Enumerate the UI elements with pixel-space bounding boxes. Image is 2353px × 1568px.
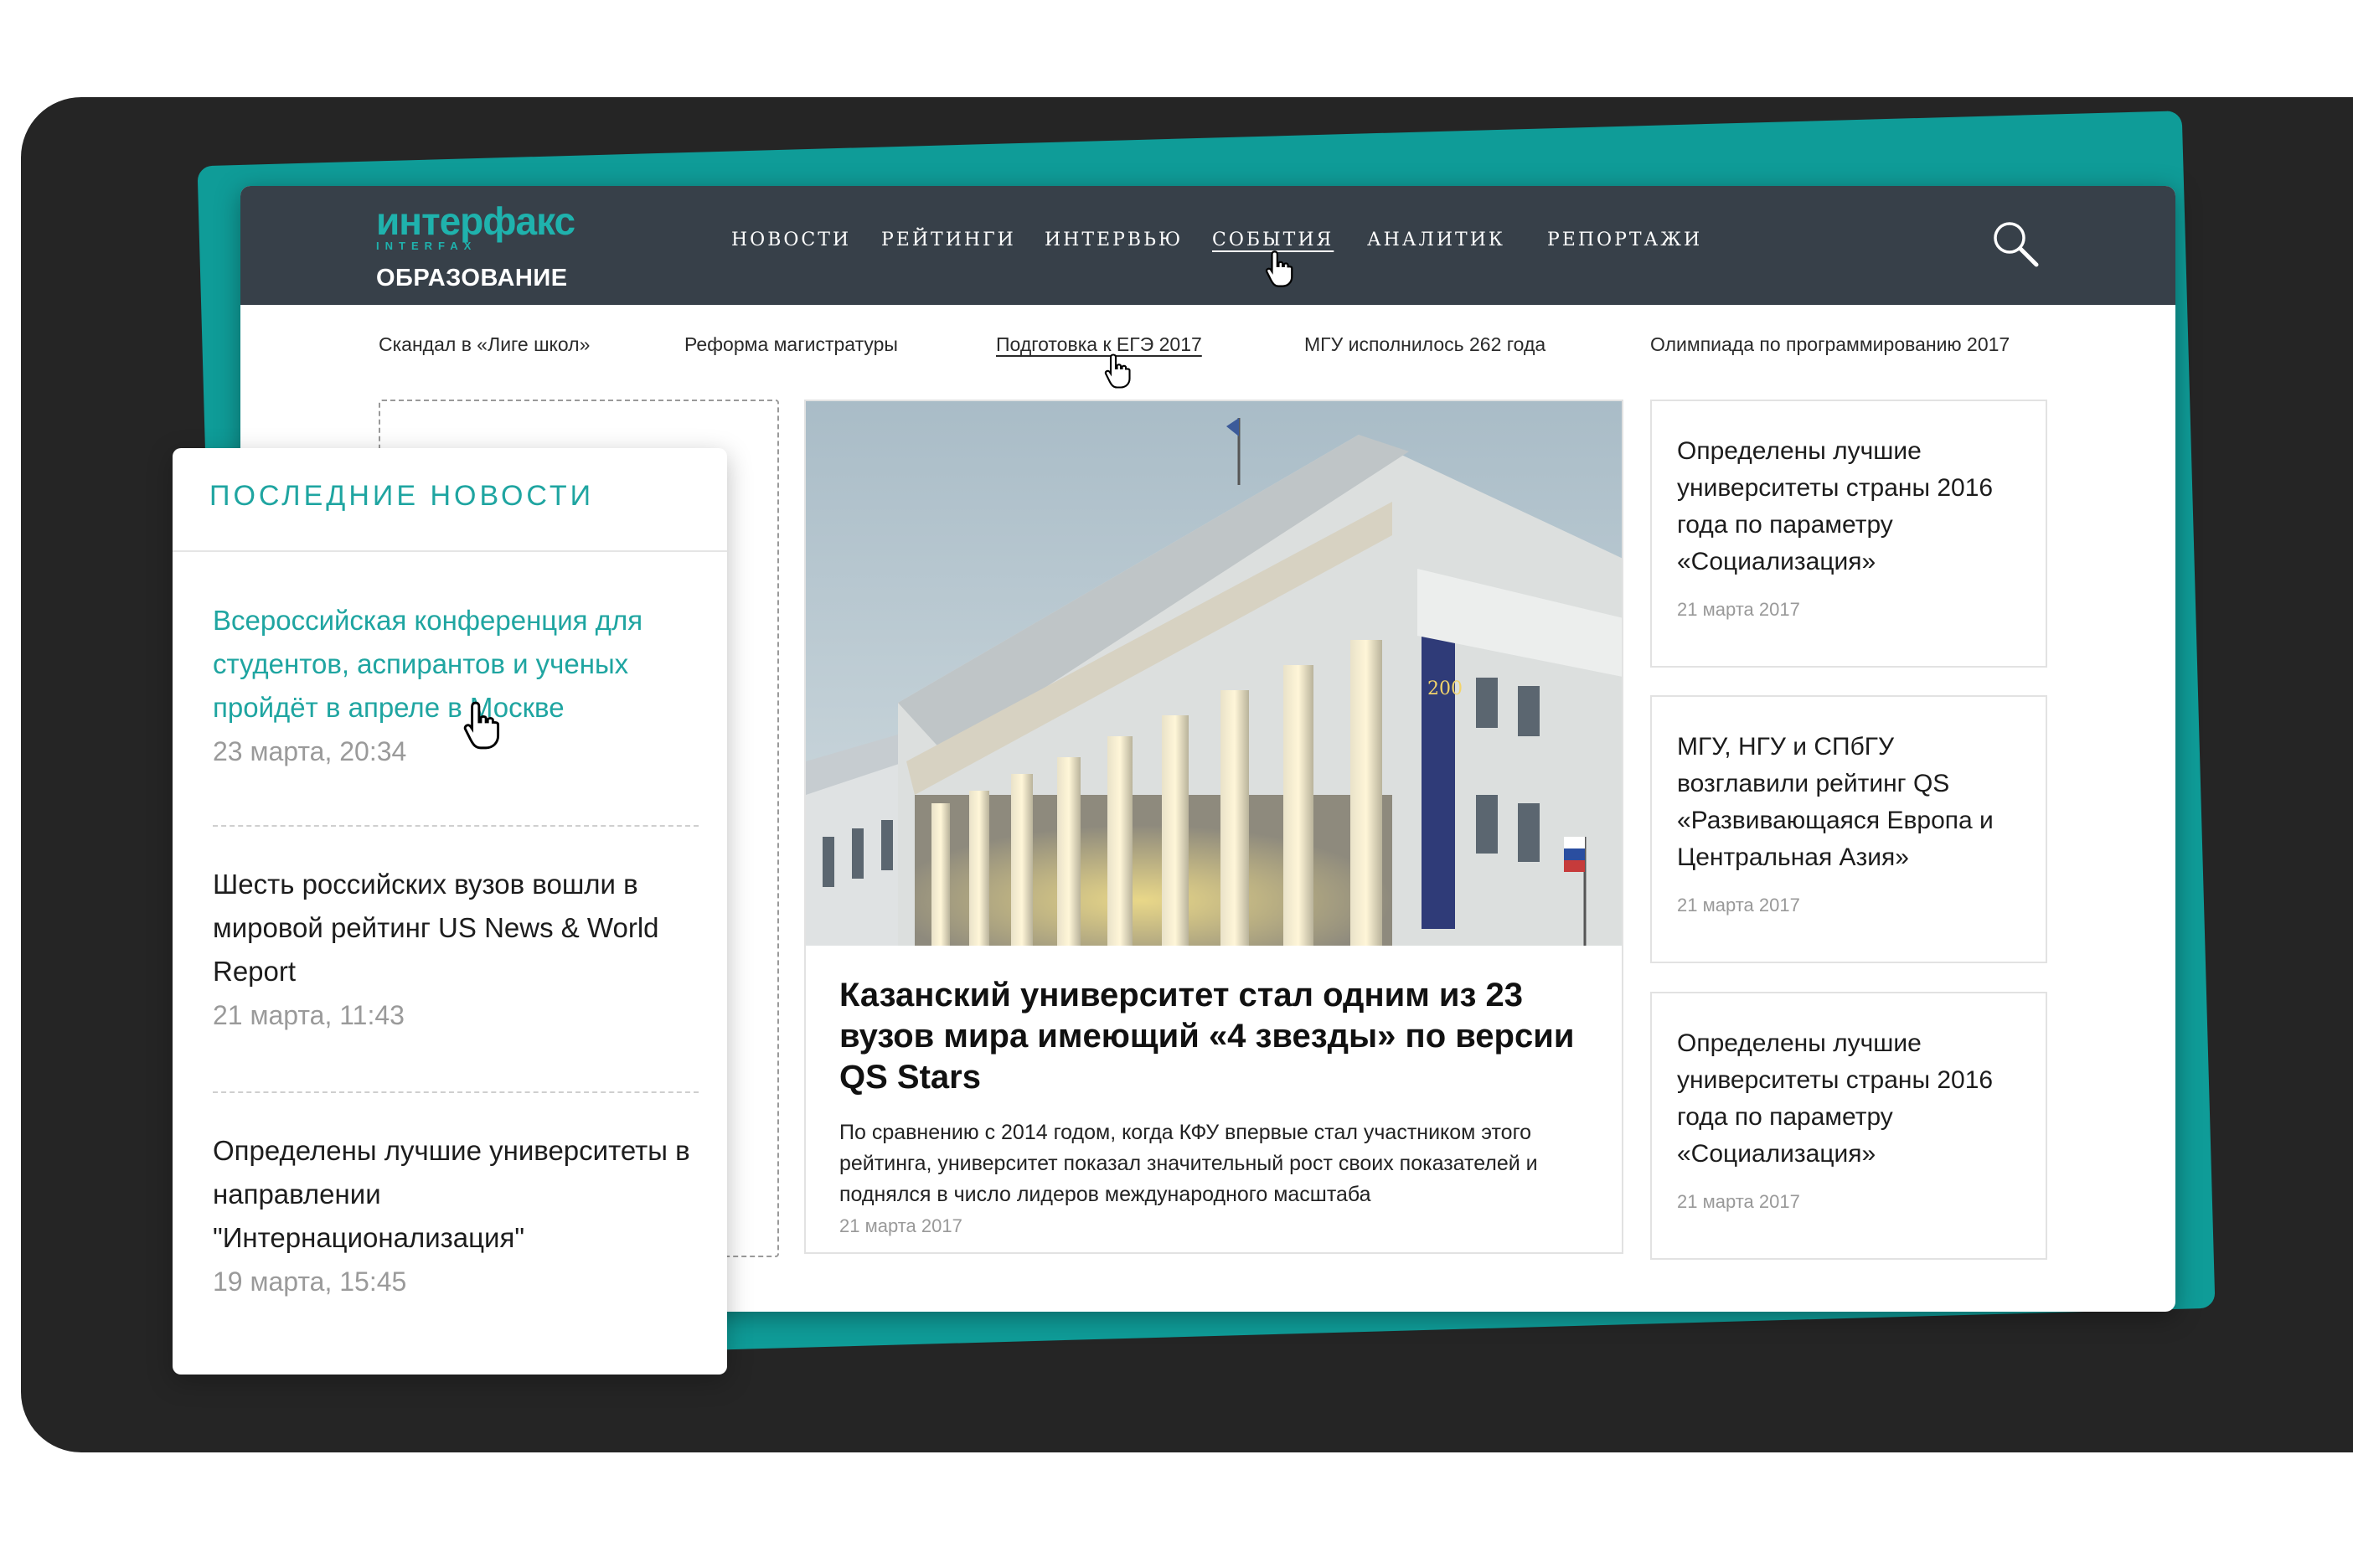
side-article-card[interactable]: МГУ, НГУ и СПбГУ возглавили рейтинг QS «… xyxy=(1650,695,2047,963)
side-article-title[interactable]: Определены лучшие университеты страны 20… xyxy=(1677,1025,2029,1173)
nav-item-events[interactable]: СОБЫТИЯ xyxy=(1212,230,1334,250)
main-article-card[interactable]: 200 Казанский университет стал одним из … xyxy=(804,400,1623,1254)
main-article-date: 21 марта 2017 xyxy=(839,1215,962,1236)
hand-cursor-icon xyxy=(463,701,500,750)
latest-news-item-title[interactable]: Шесть российских вузов вошли в мировой р… xyxy=(213,863,699,993)
hand-cursor-icon xyxy=(1265,250,1293,287)
side-article-title[interactable]: МГУ, НГУ и СПбГУ возглавили рейтинг QS «… xyxy=(1677,729,2029,876)
side-article-date: 21 марта 2017 xyxy=(1677,599,1800,620)
svg-text:200: 200 xyxy=(1427,678,1463,699)
topic-league-scandal[interactable]: Скандал в «Лиге школ» xyxy=(379,333,590,356)
topic-master-reform[interactable]: Реформа магистратуры xyxy=(684,333,898,356)
university-building-image: 200 xyxy=(806,401,1622,946)
logo-brand: интерфакс xyxy=(376,199,575,243)
latest-news-item-date: 19 марта, 15:45 xyxy=(213,1266,407,1297)
list-item[interactable]: Шесть российских вузов вошли в мировой р… xyxy=(213,863,699,1037)
latest-news-title: ПОСЛЕДНИЕ НОВОСТИ xyxy=(209,480,595,512)
article-photo: 200 xyxy=(806,401,1622,946)
site-logo[interactable]: интерфакс INTERFAX ОБРАЗОВАНИЕ xyxy=(376,196,575,291)
hand-cursor-icon xyxy=(1104,353,1131,389)
side-article-card[interactable]: Определены лучшие университеты страны 20… xyxy=(1650,992,2047,1260)
topic-ege-prep[interactable]: Подготовка к ЕГЭ 2017 xyxy=(996,333,1202,356)
divider xyxy=(173,550,727,552)
divider xyxy=(213,1091,699,1093)
topic-msu-anniversary[interactable]: МГУ исполнилось 262 года xyxy=(1304,333,1545,356)
side-article-title[interactable]: Определены лучшие университеты страны 20… xyxy=(1677,433,2029,580)
side-article-date: 21 марта 2017 xyxy=(1677,1191,1800,1212)
nav-item-analytics[interactable]: АНАЛИТИК xyxy=(1367,230,1505,250)
topic-programming-olympiad[interactable]: Олимпиада по программированию 2017 xyxy=(1650,333,2010,356)
search-icon[interactable] xyxy=(1991,219,2040,268)
logo-brand-latin: INTERFAX xyxy=(376,240,477,252)
side-article-date: 21 марта 2017 xyxy=(1677,895,1800,916)
site-header: интерфакс INTERFAX ОБРАЗОВАНИЕ НОВОСТИ Р… xyxy=(240,186,2175,305)
side-article-card[interactable]: Определены лучшие университеты страны 20… xyxy=(1650,400,2047,668)
latest-news-item-title[interactable]: Всероссийская конференция для студентов,… xyxy=(213,599,699,730)
logo-section: ОБРАЗОВАНИЕ xyxy=(376,265,568,291)
nav-item-reports[interactable]: РЕПОРТАЖИ xyxy=(1547,230,1702,250)
main-article-lead: По сравнению с 2014 годом, когда КФУ впе… xyxy=(839,1121,1538,1206)
list-item[interactable]: Всероссийская конференция для студентов,… xyxy=(213,599,699,773)
divider xyxy=(213,825,699,827)
list-item[interactable]: Определены лучшие университеты в направл… xyxy=(213,1129,699,1303)
latest-news-panel: ПОСЛЕДНИЕ НОВОСТИ Всероссийская конферен… xyxy=(173,448,727,1375)
nav-item-news[interactable]: НОВОСТИ xyxy=(731,230,851,250)
nav-item-ratings[interactable]: РЕЙТИНГИ xyxy=(881,230,1016,250)
nav-item-interviews[interactable]: ИНТЕРВЬЮ xyxy=(1045,230,1183,250)
latest-news-item-date: 23 марта, 20:34 xyxy=(213,736,407,766)
latest-news-item-date: 21 марта, 11:43 xyxy=(213,1000,405,1030)
main-article-title[interactable]: Казанский университет стал одним из 23 в… xyxy=(839,975,1602,1098)
latest-news-item-title[interactable]: Определены лучшие университеты в направл… xyxy=(213,1129,699,1260)
